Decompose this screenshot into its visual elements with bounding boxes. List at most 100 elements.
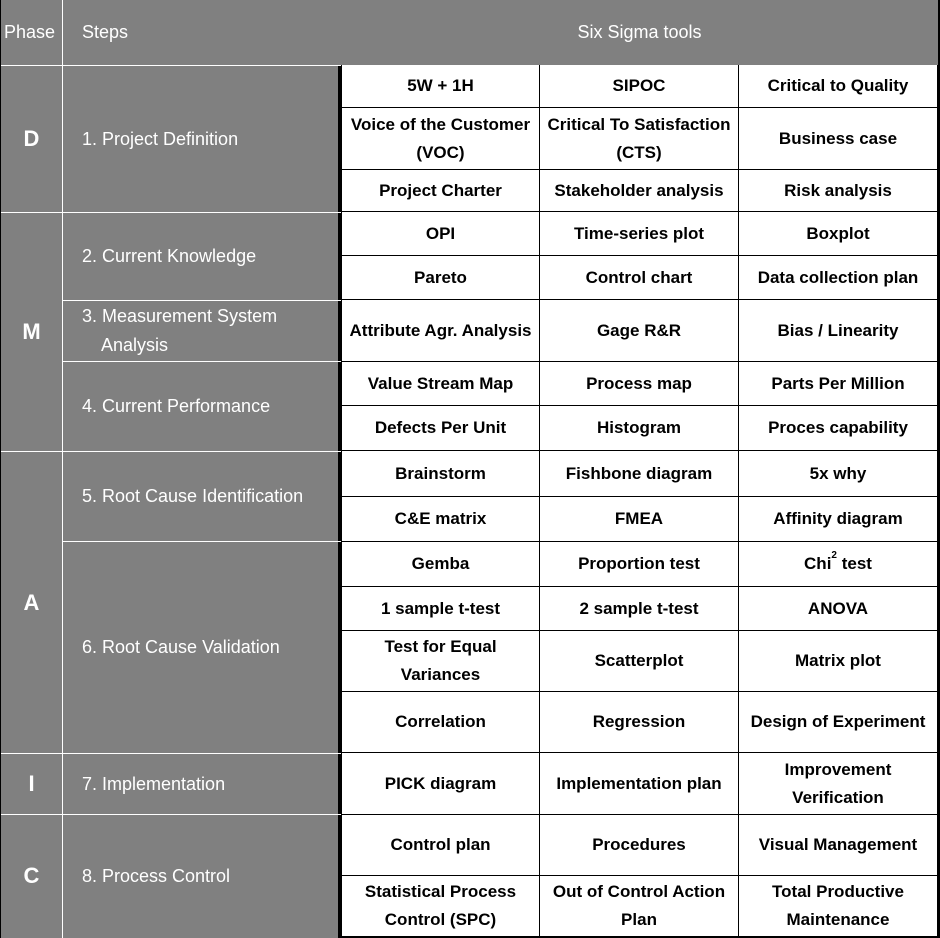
- tool-label: C&E matrix: [394, 509, 487, 528]
- tool-label: Business case: [778, 128, 898, 148]
- step-label: 1. Project Definition: [82, 128, 239, 149]
- tool-label: Histogram: [596, 418, 682, 437]
- tool-cell: Defects Per Unit: [341, 406, 540, 451]
- tool-label: Chi2 test: [804, 550, 872, 573]
- tool-label: Gage R&R: [596, 320, 682, 340]
- tool-label: Matrix plot: [795, 651, 881, 670]
- tool-label: Parts Per Million: [771, 373, 905, 393]
- tool-label: Pareto: [414, 267, 467, 287]
- tool-label: Project Charter: [379, 180, 502, 200]
- tool-cell: Value Stream Map: [341, 362, 540, 406]
- step-root-cause-validation: 6. Root Cause Validation: [63, 542, 338, 753]
- tool-label: Test for Equal Variances: [384, 637, 497, 684]
- tool-cell: Data collection plan: [739, 256, 938, 300]
- tool-cell: Risk analysis: [739, 170, 938, 212]
- phase-measure: M: [22, 319, 41, 344]
- tool-label: 5x why: [809, 463, 867, 483]
- tool-cell: Pareto: [341, 256, 540, 300]
- tool-cell: OPI: [341, 212, 540, 256]
- tool-cell: Visual Management: [739, 815, 938, 876]
- tool-label: Attribute Agr. Analysis: [349, 320, 532, 340]
- tool-label: Visual Management: [758, 835, 918, 854]
- tool-cell: 1 sample t-test: [341, 587, 540, 631]
- step-label: 6. Root Cause Validation: [82, 637, 280, 657]
- tool-label: Critical to Quality: [767, 76, 909, 95]
- tool-label: 5W + 1H: [407, 76, 474, 95]
- tool-cell: Scatterplot: [540, 631, 739, 692]
- tool-cell: Business case: [739, 108, 938, 170]
- tool-label: Fishbone diagram: [565, 463, 713, 483]
- tool-cell: Histogram: [540, 406, 739, 451]
- step-implementation: 7. Implementation: [63, 754, 338, 814]
- tool-label: Critical To Satisfaction (CTS): [547, 114, 731, 162]
- tool-cell: Test for Equal Variances: [341, 631, 540, 692]
- tools-column-header: Six Sigma tools: [577, 22, 702, 42]
- tool-label: Value Stream Map: [367, 373, 514, 393]
- tool-label: Gemba: [411, 554, 470, 573]
- tool-label: Boxplot: [806, 223, 870, 243]
- tool-label: Statistical Process Control (SPC): [364, 882, 517, 929]
- tool-label: Voice of the Customer (VOC): [350, 114, 531, 162]
- tool-label: ANOVA: [807, 598, 869, 618]
- tool-cell: Chi2 test: [739, 542, 938, 587]
- tool-label: PICK diagram: [384, 773, 497, 793]
- tool-cell: Design of Experiment: [739, 692, 938, 753]
- tool-label: Risk analysis: [784, 180, 892, 200]
- tool-label: Process map: [586, 373, 692, 393]
- tool-label: Affinity diagram: [773, 509, 903, 528]
- step-label: 7. Implementation: [82, 773, 226, 794]
- tool-cell: Proportion test: [540, 542, 739, 587]
- tool-cell: Procedures: [540, 815, 739, 876]
- step-root-cause-identification: 5. Root Cause Identification: [63, 452, 338, 541]
- tool-label: Proportion test: [578, 554, 700, 573]
- phase-analyze: A: [23, 589, 40, 615]
- tool-label: Improvement Verification: [784, 759, 892, 807]
- tool-cell: ANOVA: [739, 587, 938, 631]
- tool-label: Total Productive Maintenance: [772, 882, 904, 929]
- step-label: 2. Current Knowledge: [82, 246, 257, 266]
- tool-cell: Brainstorm: [341, 451, 540, 497]
- step-label: 3. Measurement System: [82, 306, 278, 326]
- tool-label: Data collection plan: [757, 267, 919, 287]
- tool-cell: Correlation: [341, 692, 540, 753]
- tool-label: SIPOC: [612, 76, 666, 95]
- tool-cell: Attribute Agr. Analysis: [341, 300, 540, 362]
- step-current-knowledge: 2. Current Knowledge: [63, 213, 338, 300]
- tool-cell: Implementation plan: [540, 753, 739, 815]
- tool-cell: Critical To Satisfaction (CTS): [540, 108, 739, 170]
- tools-grid: 5W + 1H SIPOC Critical to Quality Voice of …: [341, 65, 938, 937]
- tool-cell: Control plan: [341, 815, 540, 876]
- tool-label: Scatterplot: [594, 651, 684, 670]
- tool-cell: Out of Control Action Plan: [540, 876, 739, 937]
- step-label: 4. Current Performance: [82, 396, 271, 416]
- tool-cell: Process map: [540, 362, 739, 406]
- tool-cell: C&E matrix: [341, 497, 540, 542]
- tool-label: 2 sample t-test: [579, 598, 699, 618]
- tool-cell: Stakeholder analysis: [540, 170, 739, 212]
- tool-label: Control chart: [585, 267, 693, 287]
- tool-cell: 5W + 1H: [341, 65, 540, 108]
- phase-define: D: [23, 126, 40, 151]
- tool-cell: PICK diagram: [341, 753, 540, 815]
- step-label: 8. Process Control: [82, 865, 231, 886]
- tool-label: Defects Per Unit: [374, 418, 507, 437]
- tool-cell: Bias / Linearity: [739, 300, 938, 362]
- tool-cell: Critical to Quality: [739, 65, 938, 108]
- tool-label: Design of Experiment: [750, 712, 926, 731]
- tool-cell: Statistical Process Control (SPC): [341, 876, 540, 937]
- tool-cell: Boxplot: [739, 212, 938, 256]
- tool-label: Control plan: [390, 835, 491, 854]
- tool-cell: Matrix plot: [739, 631, 938, 692]
- tool-cell: Gage R&R: [540, 300, 739, 362]
- tool-label: Bias / Linearity: [777, 320, 899, 340]
- tool-cell: Affinity diagram: [739, 497, 938, 542]
- tool-cell: SIPOC: [540, 65, 739, 108]
- tool-cell: Improvement Verification: [739, 753, 938, 815]
- step-process-control: 8. Process Control: [63, 815, 338, 937]
- tool-label: Proces capability: [768, 418, 908, 437]
- tool-cell: FMEA: [540, 497, 739, 542]
- step-current-performance: 4. Current Performance: [63, 362, 338, 451]
- tool-label: Procedures: [592, 835, 686, 854]
- tool-cell: Regression: [540, 692, 739, 753]
- step-measurement-system-analysis: 3. Measurement System Analysis: [63, 301, 338, 361]
